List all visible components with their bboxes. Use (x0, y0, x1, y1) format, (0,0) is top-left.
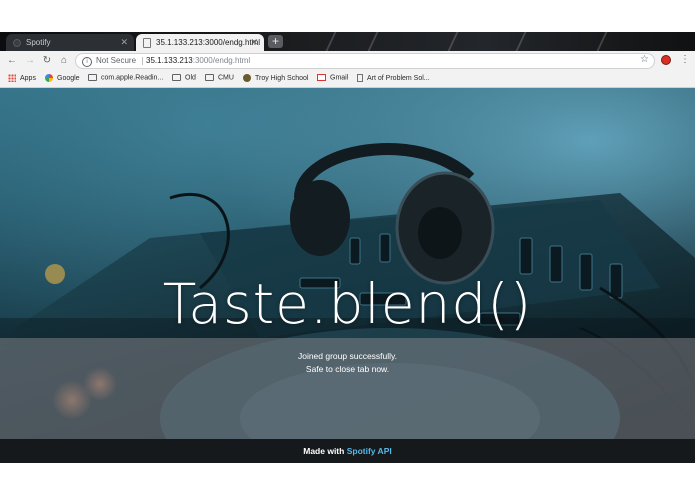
bookmark-com-apple-reading[interactable]: com.apple.Readin... (88, 74, 163, 81)
info-icon[interactable]: i (82, 57, 92, 67)
bookmark-gmail[interactable]: Gmail (317, 74, 348, 81)
tab-title: Spotify (26, 38, 51, 47)
bookmark-cmu[interactable]: CMU (205, 74, 234, 81)
bookmark-star-icon[interactable]: ☆ (640, 54, 649, 65)
home-icon[interactable]: ⌂ (58, 55, 70, 67)
url-path: :3000/endg.html (192, 56, 251, 65)
page-title: Taste.blend() (162, 272, 533, 336)
folder-icon (172, 74, 181, 81)
url-host: 35.1.133.213 (146, 56, 193, 65)
bookmark-label: Art of Problem Sol... (367, 74, 430, 82)
google-icon (45, 74, 53, 82)
bookmark-apps[interactable]: Apps (8, 74, 36, 82)
page-icon (357, 74, 363, 82)
security-label: Not Secure (96, 56, 137, 65)
apps-grid-icon (8, 74, 16, 82)
school-icon (243, 74, 251, 82)
spotify-api-link[interactable]: Spotify API (347, 446, 392, 456)
bookmark-troy-high-school[interactable]: Troy High School (243, 74, 308, 82)
folder-icon (205, 74, 214, 81)
background-streak (596, 32, 608, 51)
tab-title: 35.1.133.213:3000/endg.html (156, 38, 261, 47)
tab-spotify[interactable]: Spotify ✕ (6, 34, 134, 51)
browser-window: Spotify ✕ 35.1.133.213:3000/endg.html ✕ … (0, 32, 695, 463)
new-tab-button[interactable]: + (268, 35, 283, 48)
status-panel: Joined group successfully. Safe to close… (0, 338, 695, 439)
gmail-icon (317, 74, 326, 81)
footer-prefix: Made with (303, 446, 347, 456)
reload-icon[interactable]: ↻ (41, 55, 53, 67)
browser-toolbar: ← → ↻ ⌂ i Not Secure 35.1.133.213:3000/e… (0, 51, 695, 71)
bookmark-label: Troy High School (255, 74, 309, 82)
bookmarks-bar: Apps Google com.apple.Readin... Old CMU … (0, 71, 695, 88)
bookmark-label: CMU (218, 74, 234, 82)
spotify-favicon-icon (13, 39, 21, 47)
page-favicon-icon (143, 38, 151, 48)
close-tab-icon[interactable]: ✕ (250, 37, 258, 48)
hero-section: Taste.blend() Joined group successfully.… (0, 88, 695, 439)
bookmark-google[interactable]: Google (45, 74, 80, 82)
url-text[interactable]: 35.1.133.213:3000/endg.html (146, 56, 250, 65)
bookmark-label: Gmail (330, 74, 349, 82)
status-message-joined: Joined group successfully. (297, 351, 398, 361)
bookmark-art-of-problem-solving[interactable]: Art of Problem Sol... (357, 74, 430, 82)
background-streak (325, 32, 337, 51)
url-separator (142, 57, 143, 65)
folder-icon (88, 74, 97, 81)
extension-icon[interactable] (661, 55, 671, 65)
bookmark-label: Apps (20, 74, 36, 82)
bookmark-old[interactable]: Old (172, 74, 196, 81)
bookmark-label: Google (57, 74, 80, 82)
bookmark-label: Old (185, 74, 196, 82)
bookmark-label: com.apple.Readin... (101, 74, 164, 82)
menu-dots-icon[interactable]: ⋮ (680, 54, 690, 65)
tab-endg[interactable]: 35.1.133.213:3000/endg.html ✕ (136, 34, 264, 51)
tab-strip: Spotify ✕ 35.1.133.213:3000/endg.html ✕ … (0, 32, 695, 51)
forward-arrow-icon[interactable]: → (24, 55, 36, 67)
page-footer: Made with Spotify API (0, 439, 695, 463)
background-streak (515, 32, 527, 51)
close-tab-icon[interactable]: ✕ (120, 37, 128, 48)
status-message-close-tab: Safe to close tab now. (305, 364, 390, 374)
background-streak (367, 32, 379, 51)
background-streak (447, 32, 459, 51)
back-arrow-icon[interactable]: ← (6, 55, 18, 67)
address-bar[interactable]: i Not Secure 35.1.133.213:3000/endg.html… (75, 53, 655, 69)
